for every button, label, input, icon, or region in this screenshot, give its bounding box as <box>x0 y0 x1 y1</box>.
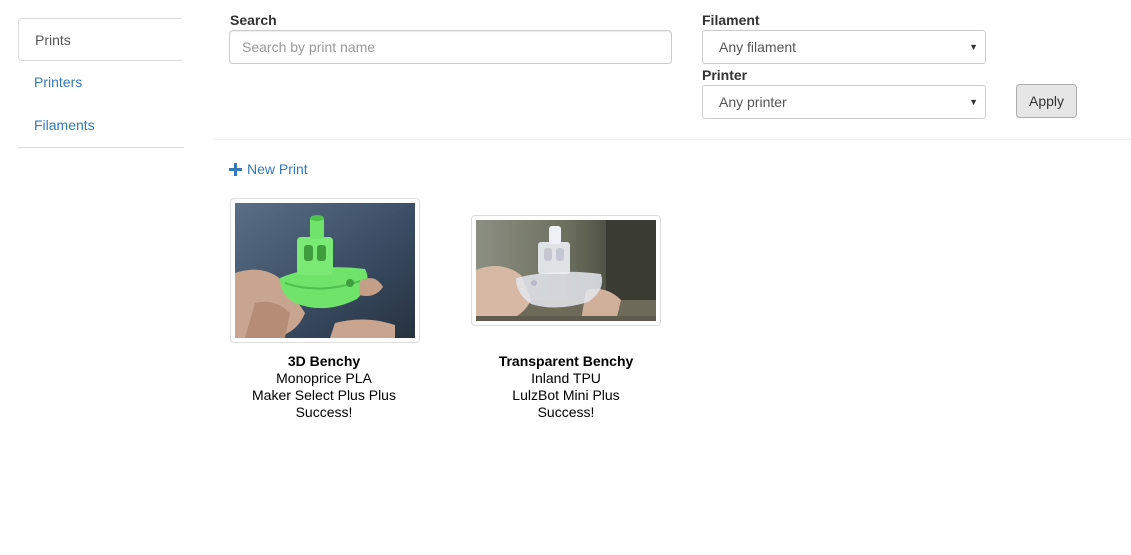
sidebar-item-filaments[interactable]: Filaments <box>18 104 184 147</box>
filament-label: Filament <box>702 12 760 28</box>
filament-select-value: Any filament <box>719 39 797 55</box>
print-card[interactable]: Transparent Benchy Inland TPU LulzBot Mi… <box>471 198 661 428</box>
apply-button[interactable]: Apply <box>1016 84 1077 118</box>
print-filament: Monoprice PLA <box>276 370 372 386</box>
divider <box>214 139 1131 140</box>
sidebar-item-prints[interactable]: Prints <box>18 18 182 61</box>
print-name[interactable]: 3D Benchy <box>229 353 419 370</box>
print-name[interactable]: Transparent Benchy <box>471 353 661 370</box>
plus-icon <box>229 162 242 176</box>
green-benchy-image <box>235 203 415 338</box>
sidebar-divider <box>18 147 184 148</box>
printer-label: Printer <box>702 67 748 83</box>
printer-select-value: Any printer <box>719 94 787 110</box>
chevron-down-icon: ▼ <box>969 97 978 107</box>
print-result: Success! <box>295 404 353 420</box>
new-print-label: New Print <box>247 161 308 177</box>
print-thumbnail[interactable] <box>471 215 661 326</box>
green-benchy-photo <box>235 203 415 338</box>
sidebar-nav: Prints Printers Filaments <box>18 18 184 148</box>
printer-select[interactable]: Any printer ▼ <box>702 85 986 119</box>
search-input[interactable] <box>229 30 672 64</box>
print-details: Transparent Benchy Inland TPU LulzBot Mi… <box>471 353 661 421</box>
print-result: Success! <box>537 404 595 420</box>
print-details: 3D Benchy Monoprice PLA Maker Select Plu… <box>229 353 419 421</box>
print-thumbnail[interactable] <box>230 198 420 343</box>
sidebar-item-printers[interactable]: Printers <box>18 61 184 104</box>
print-filament: Inland TPU <box>531 370 601 386</box>
print-card[interactable]: 3D Benchy Monoprice PLA Maker Select Plu… <box>229 198 420 428</box>
new-print-link[interactable]: New Print <box>229 161 308 177</box>
filament-select[interactable]: Any filament ▼ <box>702 30 986 64</box>
chevron-down-icon: ▼ <box>969 42 978 52</box>
print-printer: Maker Select Plus Plus <box>252 387 396 403</box>
print-printer: LulzBot Mini Plus <box>512 387 620 403</box>
clear-benchy-image <box>476 220 656 321</box>
clear-benchy-photo <box>476 220 656 321</box>
search-label: Search <box>230 12 277 28</box>
